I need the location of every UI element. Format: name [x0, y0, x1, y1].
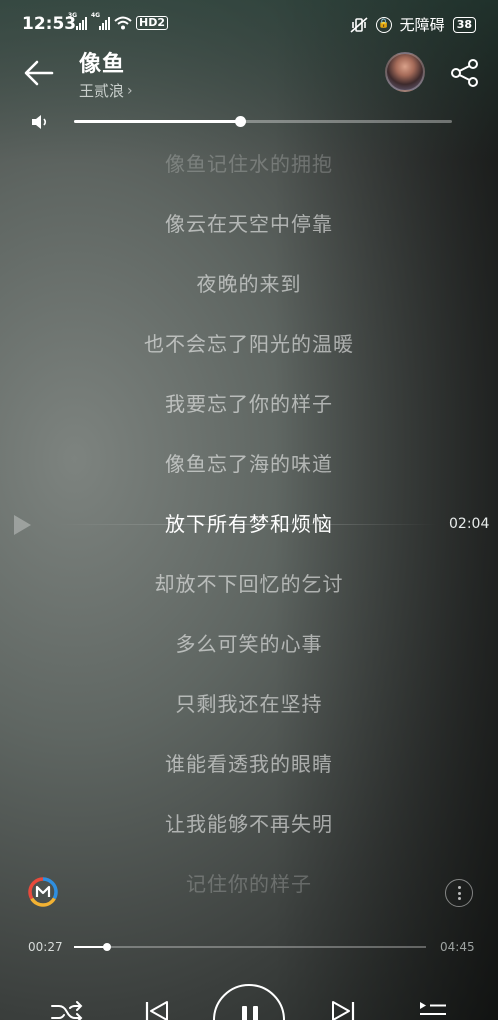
sim1-network-label: 3G — [68, 12, 78, 19]
playback-progress-fill — [74, 946, 108, 948]
battery-icon: 38 — [452, 16, 476, 33]
lyric-line[interactable]: 多么可笑的心事 — [0, 628, 498, 657]
playback-progress-knob[interactable] — [103, 943, 112, 951]
arrow-left-icon[interactable] — [22, 56, 56, 90]
share-icon[interactable] — [450, 58, 480, 88]
skip-previous-icon[interactable] — [143, 996, 171, 1020]
signal-icon-sim1: 3G — [68, 12, 87, 30]
artist-name: 王贰浪 — [79, 82, 125, 100]
playback-progress-bar[interactable] — [74, 943, 426, 951]
pause-icon-bar — [253, 1006, 258, 1020]
lyric-line[interactable]: 让我能够不再失明 — [0, 808, 498, 837]
lyric-line[interactable]: 也不会忘了阳光的温暖 — [0, 328, 498, 357]
artist-link[interactable]: 王贰浪 › — [79, 80, 133, 101]
vibrate-off-icon — [350, 16, 368, 33]
lyric-line-current[interactable]: 放下所有梦和烦恼 — [0, 508, 498, 537]
lock-rotation-icon: 🔒 — [375, 16, 392, 33]
lyric-line[interactable]: 谁能看透我的眼睛 — [0, 748, 498, 777]
lyric-line[interactable]: 像鱼记住水的拥抱 — [0, 148, 498, 177]
volume-slider-knob[interactable] — [235, 116, 247, 127]
lyric-line[interactable]: 我要忘了你的样子 — [0, 388, 498, 417]
artist-avatar[interactable] — [385, 52, 425, 92]
play-from-line-icon[interactable] — [12, 514, 32, 536]
speaker-icon[interactable] — [30, 112, 50, 132]
wifi-icon — [114, 16, 132, 30]
hd-voice-label: HD2 — [136, 16, 168, 30]
sim2-network-label: 4G — [91, 12, 101, 19]
skip-next-icon[interactable] — [329, 996, 357, 1020]
lyric-line[interactable]: 夜晚的来到 — [0, 268, 498, 297]
lyric-line[interactable]: 像鱼忘了海的味道 — [0, 448, 498, 477]
lyric-line[interactable]: 只剩我还在坚持 — [0, 688, 498, 717]
shuffle-icon[interactable] — [50, 996, 84, 1020]
lyric-line[interactable]: 像云在天空中停靠 — [0, 208, 498, 237]
status-bar: 12:53 3G 4G HD2 🔒 无障碍 38 — [0, 0, 498, 50]
music-app-logo-icon[interactable] — [27, 876, 59, 908]
volume-slider-fill — [74, 120, 241, 123]
lyric-line[interactable]: 记住你的样子 — [0, 868, 498, 897]
chevron-right-icon: › — [127, 82, 133, 99]
lyric-seek-time: 02:04 — [449, 516, 490, 532]
accessibility-label: 无障碍 — [399, 16, 445, 34]
pause-icon — [242, 1006, 247, 1020]
status-right-icons: 🔒 无障碍 38 — [350, 14, 476, 35]
lyric-line[interactable]: 却放不下回忆的乞讨 — [0, 568, 498, 597]
current-time: 00:27 — [28, 940, 63, 954]
lyric-seek-guide — [58, 524, 438, 525]
song-title: 像鱼 — [79, 52, 126, 77]
playlist-icon[interactable] — [416, 996, 448, 1020]
pause-button[interactable] — [213, 984, 285, 1020]
status-left-icons: 3G 4G HD2 — [68, 12, 168, 30]
total-time: 04:45 — [440, 940, 475, 954]
more-vertical-icon[interactable] — [445, 879, 473, 907]
signal-icon-sim2: 4G — [91, 12, 110, 30]
volume-slider[interactable] — [74, 116, 452, 127]
